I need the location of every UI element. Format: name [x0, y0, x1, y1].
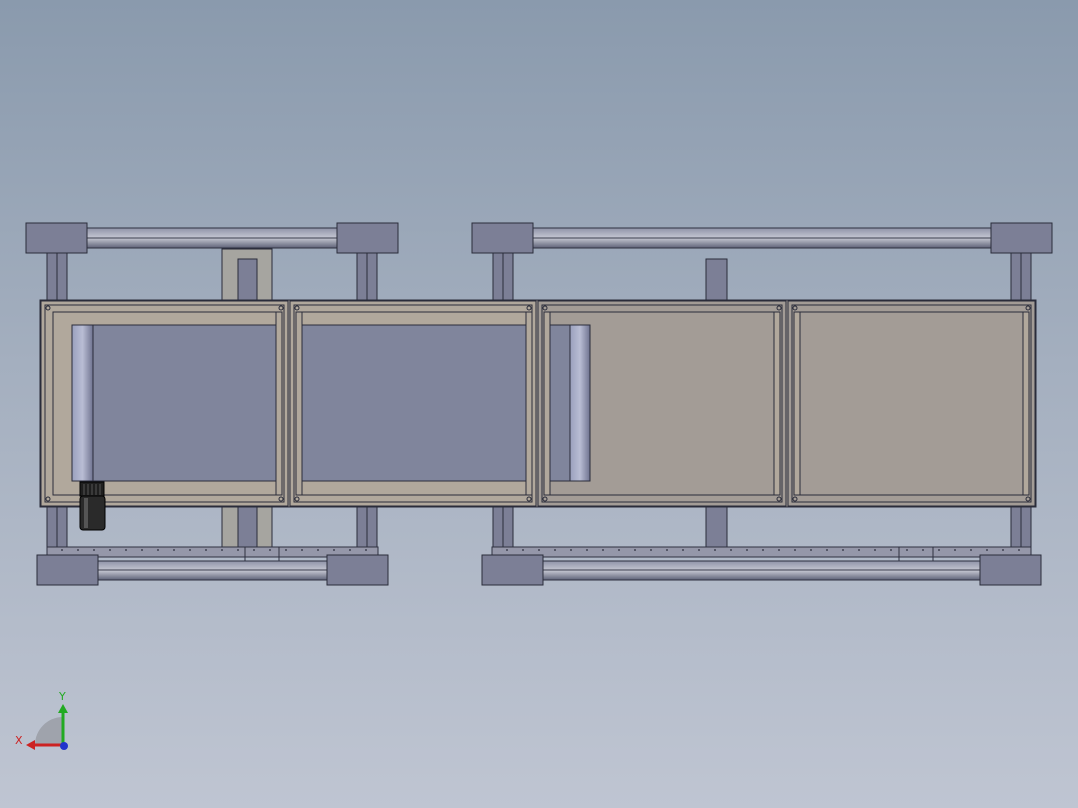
panel-3[interactable]: [537, 300, 787, 507]
top-block-4[interactable]: [990, 222, 1053, 254]
rail-dot: [858, 549, 860, 551]
rail-dot: [317, 549, 319, 551]
triad-quadrant: [35, 717, 63, 745]
top-block-3[interactable]: [471, 222, 534, 254]
rail-dot: [205, 549, 207, 551]
top-rail-right[interactable]: [527, 227, 999, 249]
coordinate-triad: Y X: [15, 690, 68, 750]
rail-dot: [109, 549, 111, 551]
rail-dot: [730, 549, 732, 551]
rail-dot: [826, 549, 828, 551]
rail-dot: [586, 549, 588, 551]
panel-4[interactable]: [787, 300, 1036, 507]
rail-dot: [61, 549, 63, 551]
rail-dot: [890, 549, 892, 551]
center-post-right-top: [705, 258, 728, 302]
rail-dot: [986, 549, 988, 551]
z-axis-dot: [60, 742, 68, 750]
rail-dot: [570, 549, 572, 551]
rail-dot: [842, 549, 844, 551]
rail-dot: [1002, 549, 1004, 551]
center-post-left-bottom: [221, 505, 273, 551]
rail-dot: [650, 549, 652, 551]
rail-dot: [762, 549, 764, 551]
x-axis-label: X: [15, 734, 23, 747]
rail-dot: [269, 549, 271, 551]
rail-dot: [365, 549, 367, 551]
roller-1: [71, 324, 94, 482]
rail-dot: [538, 549, 540, 551]
rail-dot: [874, 549, 876, 551]
rail-dot: [922, 549, 924, 551]
rail-dot: [157, 549, 159, 551]
rail-dot: [810, 549, 812, 551]
bottom-block-3[interactable]: [481, 554, 544, 586]
rail-dot: [77, 549, 79, 551]
rail-dot: [618, 549, 620, 551]
rail-dot: [554, 549, 556, 551]
graphics-viewport[interactable]: Y X: [0, 0, 1078, 808]
rail-dot: [349, 549, 351, 551]
rail-dot: [714, 549, 716, 551]
rail-dot: [698, 549, 700, 551]
top-rail-left[interactable]: [79, 227, 345, 249]
rail-dot: [237, 549, 239, 551]
panel-1[interactable]: [40, 300, 289, 507]
rail-dot: [778, 549, 780, 551]
rail-dot: [634, 549, 636, 551]
bottom-block-4[interactable]: [979, 554, 1042, 586]
center-post-right-bottom: [705, 505, 728, 551]
top-block-2[interactable]: [336, 222, 399, 254]
rail-dot: [333, 549, 335, 551]
top-block-1[interactable]: [25, 222, 88, 254]
rail-dot: [125, 549, 127, 551]
rail-dot: [666, 549, 668, 551]
upper-legs: [46, 252, 1032, 302]
rail-dot: [602, 549, 604, 551]
rail-dot: [221, 549, 223, 551]
rail-dot: [285, 549, 287, 551]
center-post-left-top: [221, 248, 273, 302]
rail-dot: [189, 549, 191, 551]
bottom-rail-right[interactable]: [491, 546, 1032, 581]
rail-dot: [506, 549, 508, 551]
drive-motor[interactable]: [79, 481, 106, 531]
rail-dot: [253, 549, 255, 551]
rail-dot: [746, 549, 748, 551]
panel-2[interactable]: [289, 300, 537, 507]
rail-dot: [906, 549, 908, 551]
rail-dot: [173, 549, 175, 551]
rail-dot: [970, 549, 972, 551]
y-axis-label: Y: [58, 690, 66, 703]
rail-dot: [954, 549, 956, 551]
rail-dot: [682, 549, 684, 551]
bottom-block-1[interactable]: [36, 554, 99, 586]
rail-dot: [522, 549, 524, 551]
roller-2: [569, 324, 591, 482]
bottom-block-2[interactable]: [326, 554, 389, 586]
rail-dot: [794, 549, 796, 551]
rail-dot: [301, 549, 303, 551]
rail-dot: [938, 549, 940, 551]
rail-dot: [1018, 549, 1020, 551]
rail-dot: [141, 549, 143, 551]
rail-dot: [93, 549, 95, 551]
lower-legs: [46, 505, 1032, 551]
